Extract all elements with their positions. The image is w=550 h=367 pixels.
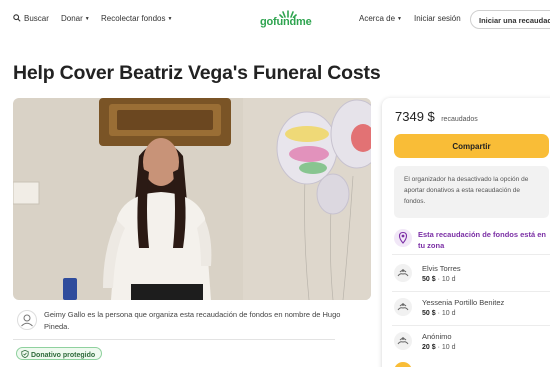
raised-amount: 7349 $: [395, 109, 435, 124]
search-icon: [13, 14, 21, 22]
donor-name: Elvis Torres: [422, 264, 461, 273]
protected-badge-label: Donativo protegido: [31, 352, 96, 359]
divider: [392, 254, 550, 255]
raised-label: recaudados: [441, 116, 478, 123]
donation-amount-row: 50 $ · 10 d: [422, 310, 456, 317]
donor-hands-icon: [394, 332, 412, 350]
donation-time: 10 d: [441, 310, 456, 317]
chevron-down-icon: ▼: [397, 16, 402, 22]
donation-time: 10 d: [441, 344, 456, 351]
page-title: Help Cover Beatriz Vega's Funeral Costs: [13, 62, 381, 84]
donation-amount-row: 50 $ · 10 d: [422, 276, 456, 283]
protected-badge[interactable]: Donativo protegido: [16, 347, 103, 360]
donation-time: 10 d: [441, 276, 456, 283]
divider: [392, 325, 550, 326]
shield-check-icon: [21, 349, 29, 359]
chevron-down-icon: ▼: [84, 16, 90, 22]
organizer-avatar: [17, 310, 37, 330]
user-icon: [21, 314, 33, 327]
donate-menu[interactable]: Donar ▼: [61, 14, 90, 23]
campaign-photo-illustration: [13, 98, 371, 300]
chevron-down-icon: ▼: [167, 16, 173, 22]
start-fundraiser-button[interactable]: Iniciar una recaudación: [470, 10, 550, 29]
location-pin-icon: [394, 229, 412, 247]
donor-hands-icon: [394, 298, 412, 316]
trending-nearby-text: Esta recaudación de fondos está en tu zo…: [418, 230, 546, 250]
signin-label: Iniciar sesión: [414, 14, 461, 23]
start-fundraiser-label: Iniciar una recaudación: [479, 16, 550, 25]
donation-amount-row: 20 $ · 10 d: [422, 344, 456, 351]
donations-disabled-notice: El organizador ha desactivado la opción …: [394, 166, 549, 218]
fundraise-menu[interactable]: Recolectar fondos ▼: [101, 14, 172, 23]
gofundme-logo[interactable]: gofundme: [260, 10, 340, 32]
donor-name: Anónimo: [422, 332, 452, 341]
top-nav: Buscar Donar ▼ Recolectar fondos ▼ gofundm…: [0, 0, 550, 40]
organizer-text: Geimy Gallo es la persona que organiza e…: [44, 310, 341, 331]
search-label: Buscar: [24, 14, 49, 23]
divider: [13, 339, 335, 340]
donation-amount: 50 $: [422, 310, 436, 317]
search-link[interactable]: Buscar: [13, 14, 49, 23]
about-label: Acerca de: [359, 14, 396, 23]
donor-name: Yessenia Portillo Benitez: [422, 298, 505, 307]
donate-label: Donar: [61, 14, 83, 23]
share-button[interactable]: Compartir: [394, 134, 549, 158]
fundraise-label: Recolectar fondos: [101, 14, 166, 23]
logo-text: gofundme: [260, 16, 312, 28]
donation-amount: 20 $: [422, 344, 436, 351]
raised-summary: 7349 $ recaudados: [395, 108, 478, 126]
divider: [392, 291, 550, 292]
about-menu[interactable]: Acerca de ▼: [359, 14, 402, 23]
donor-hands-icon: [394, 264, 412, 282]
donation-amount: 50 $: [422, 276, 436, 283]
signin-link[interactable]: Iniciar sesión: [414, 14, 461, 23]
campaign-photo[interactable]: [13, 98, 371, 300]
